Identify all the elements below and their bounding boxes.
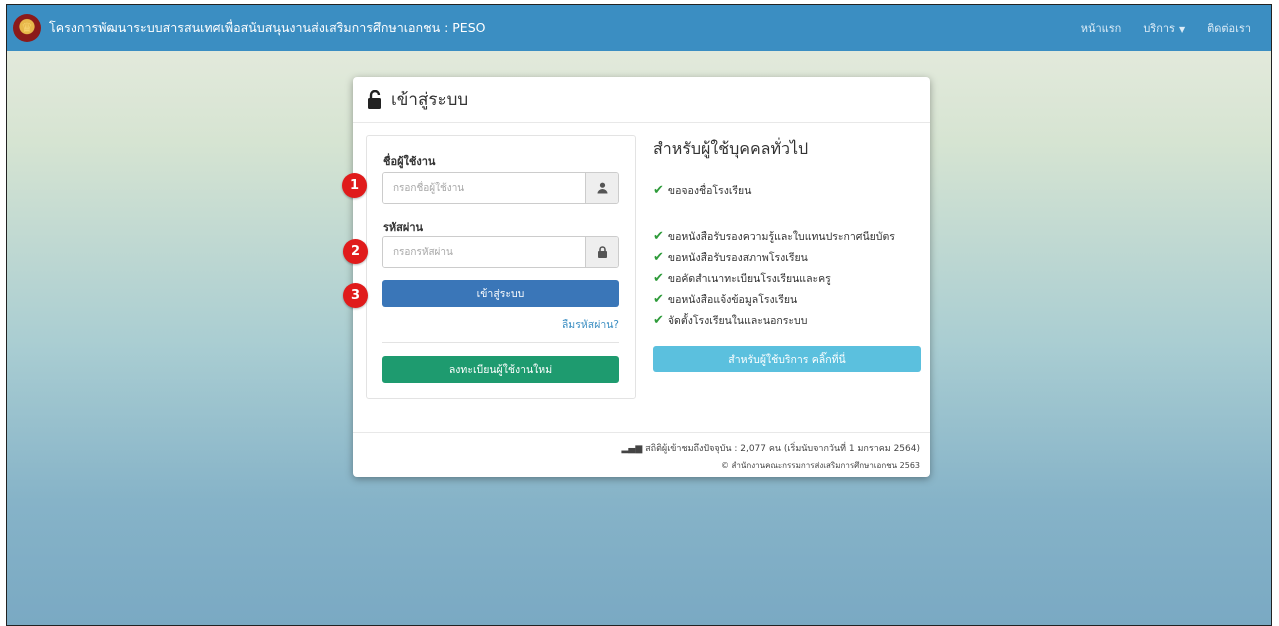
- logo-emblem-icon: ♛: [13, 14, 41, 42]
- user-icon: [585, 173, 618, 203]
- footer-divider: [353, 432, 930, 433]
- nav-services-dropdown[interactable]: บริการ ▼: [1143, 19, 1185, 37]
- copyright-text: © สำนักงานคณะกรรมการส่งเสริมการศึกษาเอกช…: [721, 461, 920, 470]
- signal-bars-icon: ▂▄▆: [621, 444, 646, 454]
- nav-links: หน้าแรก บริการ ▼ ติดต่อเรา: [1081, 5, 1251, 51]
- nav-services-label: บริการ: [1143, 22, 1175, 35]
- card-title: เข้าสู่ระบบ: [391, 90, 469, 110]
- check-icon: ✔: [653, 229, 664, 244]
- service-link-certificate[interactable]: ✔ ขอหนังสือรับรองความรู้และใบแทนประกาศนีย…: [653, 226, 923, 247]
- card-header: เข้าสู่ระบบ: [353, 77, 930, 123]
- unlock-icon: [368, 89, 381, 109]
- login-form: ชื่อผู้ใช้งาน รหัสผ่าน เข้าสู่ระบบ ลืมรห…: [366, 135, 636, 399]
- site-brand[interactable]: โครงการพัฒนาระบบสารสนเทศเพื่อสนับสนุนงาน…: [49, 18, 485, 38]
- visitor-stats-text: สถิติผู้เข้าชมถึงปัจจุบัน : 2,077 คน (เร…: [645, 444, 920, 454]
- visitor-stats: ▂▄▆ สถิติผู้เข้าชมถึงปัจจุบัน : 2,077 คน…: [622, 441, 920, 455]
- password-input-group: [382, 236, 619, 268]
- service-label: ขอคัดสำเนาทะเบียนโรงเรียนและครู: [667, 273, 831, 285]
- login-button[interactable]: เข้าสู่ระบบ: [382, 280, 619, 307]
- check-icon: ✔: [653, 271, 664, 286]
- divider: [382, 342, 619, 343]
- username-input-group: [382, 172, 619, 204]
- nav-contact-link[interactable]: ติดต่อเรา: [1207, 19, 1251, 37]
- password-input[interactable]: [383, 237, 585, 267]
- service-label: ขอหนังสือรับรองสภาพโรงเรียน: [667, 252, 808, 264]
- lock-icon: [585, 237, 618, 267]
- check-icon: ✔: [653, 250, 664, 265]
- caret-down-icon: ▼: [1178, 25, 1186, 34]
- top-navbar: ♛ โครงการพัฒนาระบบสารสนเทศเพื่อสนับสนุนง…: [7, 5, 1271, 51]
- service-label: ขอหนังสือรับรองความรู้และใบแทนประกาศนียบ…: [667, 231, 895, 243]
- public-services-panel: สำหรับผู้ใช้บุคคลทั่วไป ✔ ขอจองชื่อโรงเรี…: [653, 135, 923, 372]
- username-input[interactable]: [383, 173, 585, 203]
- password-label: รหัสผ่าน: [383, 221, 424, 234]
- service-label: จัดตั้งโรงเรียนในและนอกระบบ: [667, 315, 808, 327]
- service-link-establish-school[interactable]: ✔ จัดตั้งโรงเรียนในและนอกระบบ: [653, 310, 923, 331]
- annotation-badge-3: 3: [343, 283, 368, 308]
- service-link-reserve-name[interactable]: ✔ ขอจองชื่อโรงเรียน: [653, 180, 923, 201]
- check-icon: ✔: [653, 313, 664, 328]
- service-link-school-info[interactable]: ✔ ขอหนังสือแจ้งข้อมูลโรงเรียน: [653, 289, 923, 310]
- nav-home-link[interactable]: หน้าแรก: [1081, 19, 1122, 37]
- annotation-badge-2: 2: [343, 239, 368, 264]
- annotation-badge-1: 1: [342, 173, 367, 198]
- username-label: ชื่อผู้ใช้งาน: [383, 155, 436, 168]
- register-button[interactable]: ลงทะเบียนผู้ใช้งานใหม่: [382, 356, 619, 383]
- service-users-button[interactable]: สำหรับผู้ใช้บริการ คลิ๊กที่นี่: [653, 346, 921, 372]
- check-icon: ✔: [653, 183, 664, 198]
- login-card: เข้าสู่ระบบ ชื่อผู้ใช้งาน รหัสผ่าน เข้าส…: [353, 77, 930, 477]
- service-label: ขอหนังสือแจ้งข้อมูลโรงเรียน: [667, 294, 798, 306]
- service-link-school-status[interactable]: ✔ ขอหนังสือรับรองสภาพโรงเรียน: [653, 247, 923, 268]
- browser-viewport: ♛ โครงการพัฒนาระบบสารสนเทศเพื่อสนับสนุนง…: [6, 4, 1272, 626]
- check-icon: ✔: [653, 292, 664, 307]
- public-services-title: สำหรับผู้ใช้บุคคลทั่วไป: [653, 139, 809, 158]
- forgot-password-link[interactable]: ลืมรหัสผ่าน?: [562, 316, 619, 333]
- service-link-copy-registry[interactable]: ✔ ขอคัดสำเนาทะเบียนโรงเรียนและครู: [653, 268, 923, 289]
- service-label: ขอจองชื่อโรงเรียน: [667, 185, 752, 197]
